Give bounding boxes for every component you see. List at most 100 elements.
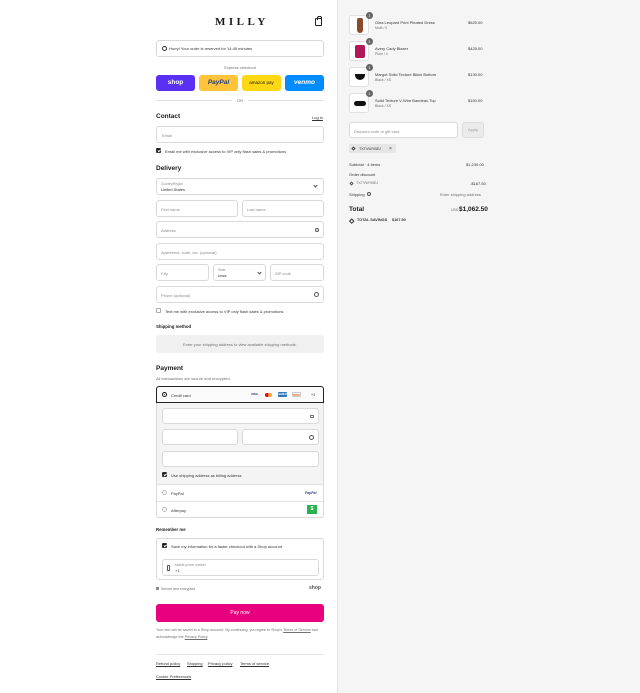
paypal-radio[interactable] [162,490,167,495]
discover-icon: DISC [292,392,301,397]
phone-placeholder: Phone (optional) [161,293,191,298]
billing-same-label: Use shipping address as billing address [171,473,242,478]
brand-logo[interactable]: MILLY [215,16,269,28]
afterpay-radio[interactable] [162,507,167,512]
mobile-phone-value: +1 [175,568,180,573]
state-value: Iowa [218,273,227,278]
more-cards-badge: +3 [311,393,315,397]
apartment-field[interactable]: Apartment, suite, etc. (optional) [156,243,324,260]
afterpay-option[interactable]: Afterpay $ [157,501,323,517]
first-name-placeholder: First name [161,207,180,212]
credit-card-label: Credit card [171,393,191,398]
save-info-checkbox[interactable] [162,543,167,548]
quantity-badge: 1 [366,64,373,71]
timer-text: Hurry! Your order is reserved for 14:45 … [169,46,253,51]
state-label: State [218,268,226,272]
mobile-phone-label: Mobile phone number [175,563,206,567]
discount-code-input[interactable]: Discount code or gift card [349,122,458,138]
clock-icon [162,46,167,51]
amex-icon: AMEX [278,392,287,397]
total-label: Total [349,206,365,213]
apartment-placeholder: Apartment, suite, etc. (optional) [161,250,217,255]
order-discount-label: Order discount [349,172,376,177]
shop-logo: shop [309,585,321,591]
terms-of-service-link[interactable]: Terms of Service [283,628,310,632]
item-variant: Black / XS [375,104,392,108]
credit-card-radio[interactable] [162,392,167,397]
country-select[interactable]: Country/Region United States [156,178,324,195]
item-variant: Black / XS [375,78,392,82]
last-name-placeholder: Last name [247,207,266,212]
paypal-button[interactable]: PayPal [199,75,238,91]
secure-text: Secure and encrypted [161,587,196,591]
city-placeholder: City [161,271,168,276]
privacy-policy-link[interactable]: Privacy Policy [185,635,208,639]
help-icon[interactable] [367,192,371,196]
zip-field[interactable]: ZIP code [270,264,324,281]
terms-of-service-footer-link[interactable]: Terms of service [240,661,269,666]
item-variant: Multi / 0 [375,26,388,30]
blazer-image [355,45,365,58]
shopping-bag-icon[interactable] [315,16,322,26]
legal-text: Your info will be saved to a Shop accoun… [156,627,326,640]
subtotal-value: $1,230.00 [466,162,484,167]
lock-icon [156,587,159,590]
footer-divider [156,654,324,655]
afterpay-logo: $ [307,505,317,514]
shipping-label: Shipping [349,192,365,197]
amazon-pay-button[interactable]: amazon pay [242,75,281,91]
marketing-email-label: Email me with exclusive access to VIP on… [165,149,287,154]
card-number-field[interactable] [162,408,319,424]
zip-placeholder: ZIP code [275,271,291,276]
venmo-button[interactable]: venmo [285,75,324,91]
last-name-field[interactable]: Last name [242,200,324,217]
total-value: $1,062.50 [459,206,488,213]
payment-subtitle: All transactions are secure and encrypte… [156,376,231,381]
email-placeholder: Email [162,133,173,138]
cookie-preferences-link[interactable]: Cookie Preferences [156,674,191,679]
order-discount-code: TXTVWYBEJ [356,181,379,185]
remove-discount-icon[interactable]: × [389,146,392,152]
payment-heading: Payment [156,365,184,372]
privacy-policy-footer-link[interactable]: Privacy policy [208,661,232,666]
expiry-field[interactable] [162,429,238,445]
shipping-notice-box: Enter your shipping address to view avai… [156,335,324,353]
reservation-timer: Hurry! Your order is reserved for 14:45 … [156,40,324,57]
mobile-phone-field[interactable]: Mobile phone number +1 [162,559,319,576]
product-thumbnail [349,15,369,35]
help-icon[interactable] [314,292,319,297]
help-icon[interactable] [309,435,314,440]
credit-card-option[interactable]: Credit card VISA AMEX DISC +3 [156,386,324,403]
item-name: Avery Cady Blazer [375,46,409,51]
item-variant: Plum / 0 [375,52,388,56]
shop-pay-button[interactable]: shop [156,75,195,91]
pay-now-button[interactable]: Pay now [156,604,324,622]
address-field[interactable]: Address [156,221,324,238]
address-placeholder: Address [161,228,176,233]
remember-me-heading: Remember me [156,527,186,532]
email-field[interactable]: Email [156,126,324,143]
discount-placeholder: Discount code or gift card [354,129,400,134]
chevron-down-icon [313,183,318,188]
login-link[interactable]: Log in [312,115,323,120]
search-icon [315,228,319,232]
country-value: United States [161,187,186,192]
paypal-logo: PayPal [305,491,317,495]
legal-suffix: . [207,634,209,639]
text-me-checkbox[interactable] [156,308,161,313]
phone-field[interactable]: Phone (optional) [156,286,324,303]
city-field[interactable]: City [156,264,209,281]
afterpay-label: Afterpay [171,508,186,513]
security-code-field[interactable] [242,429,319,445]
lock-icon [310,415,314,418]
name-on-card-field[interactable] [162,451,319,467]
shipping-policy-link[interactable]: Shipping [187,661,203,666]
paypal-option[interactable]: PayPal PayPal [157,484,323,501]
first-name-field[interactable]: First name [156,200,238,217]
marketing-email-checkbox[interactable] [156,148,161,153]
refund-policy-link[interactable]: Refund policy [156,661,180,666]
visa-icon: VISA [250,392,258,396]
apply-button[interactable]: Apply [462,122,484,138]
state-select[interactable]: State Iowa [213,264,266,281]
billing-same-checkbox[interactable] [162,472,167,477]
